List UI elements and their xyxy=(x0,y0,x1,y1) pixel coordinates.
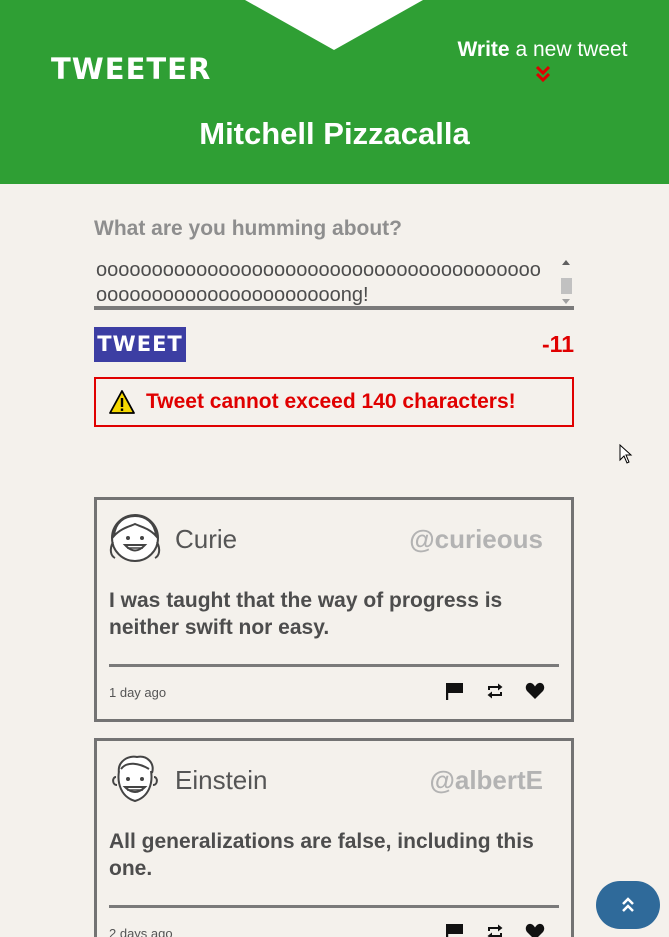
tweet-card: Curie @curieous I was taught that the wa… xyxy=(94,497,574,722)
write-new-tweet-label[interactable]: Write a new tweet xyxy=(440,37,645,63)
tweet-actions xyxy=(445,923,545,937)
retweet-icon[interactable] xyxy=(485,923,505,937)
heart-icon[interactable] xyxy=(525,682,545,700)
profile-username: Mitchell Pizzacalla xyxy=(199,116,470,151)
write-label-rest: a new tweet xyxy=(509,38,628,61)
warning-icon xyxy=(109,390,135,414)
tweet-timestamp: 2 days ago xyxy=(109,926,173,937)
tweet-author-handle[interactable]: @curieous xyxy=(409,523,543,555)
compose-tweet-section: What are you humming about? oooooooooooo… xyxy=(94,214,574,427)
tweet-button[interactable]: TWEET xyxy=(94,327,186,362)
heart-icon[interactable] xyxy=(525,923,545,937)
compose-actions: TWEET -11 xyxy=(94,326,574,362)
scrollbar-thumb[interactable] xyxy=(561,278,572,294)
scroll-up-arrow-icon[interactable] xyxy=(562,260,570,265)
tweet-content: I was taught that the way of progress is… xyxy=(109,589,503,639)
character-counter: -11 xyxy=(542,331,574,357)
tweet-author-name: Einstein xyxy=(175,765,268,795)
mouse-pointer-icon xyxy=(619,444,633,464)
compose-textarea[interactable]: oooooooooooooooooooooooooooooooooooooooo… xyxy=(94,258,574,310)
flag-icon[interactable] xyxy=(445,923,465,937)
avatar-icon xyxy=(109,514,161,562)
tweet-timestamp: 1 day ago xyxy=(109,685,167,700)
tweet-divider xyxy=(109,664,559,667)
retweet-icon[interactable] xyxy=(485,682,505,700)
error-message-text: Tweet cannot exceed 140 characters! xyxy=(146,390,516,413)
write-new-tweet-toggle[interactable]: Write a new tweet xyxy=(440,37,645,83)
tweet-author-name: Curie xyxy=(175,524,238,554)
tweet-actions xyxy=(445,682,545,700)
scroll-to-top-button[interactable] xyxy=(596,881,660,929)
logo[interactable]: TWEETER xyxy=(51,52,211,86)
textarea-scrollbar[interactable] xyxy=(560,258,572,306)
write-label-bold: Write xyxy=(457,38,510,61)
tweet-card: Einstein @albertE All generalizations ar… xyxy=(94,738,574,937)
tweet-divider xyxy=(109,905,559,908)
flag-icon[interactable] xyxy=(445,682,465,700)
tweet-author-handle[interactable]: @albertE xyxy=(430,764,544,796)
header-notch xyxy=(245,0,423,50)
double-chevron-down-icon[interactable] xyxy=(535,65,551,83)
double-chevron-up-icon xyxy=(622,897,634,912)
compose-text-value[interactable]: oooooooooooooooooooooooooooooooooooooooo… xyxy=(96,258,552,306)
avatar-icon xyxy=(112,755,158,803)
page-header: TWEETER Write a new tweet Mitchell Pizza… xyxy=(0,0,669,184)
compose-label: What are you humming about? xyxy=(94,217,402,240)
scroll-down-arrow-icon[interactable] xyxy=(562,299,570,304)
tweet-content: All generalizations are false, including… xyxy=(109,830,534,880)
error-message-box: Tweet cannot exceed 140 characters! xyxy=(94,377,574,427)
